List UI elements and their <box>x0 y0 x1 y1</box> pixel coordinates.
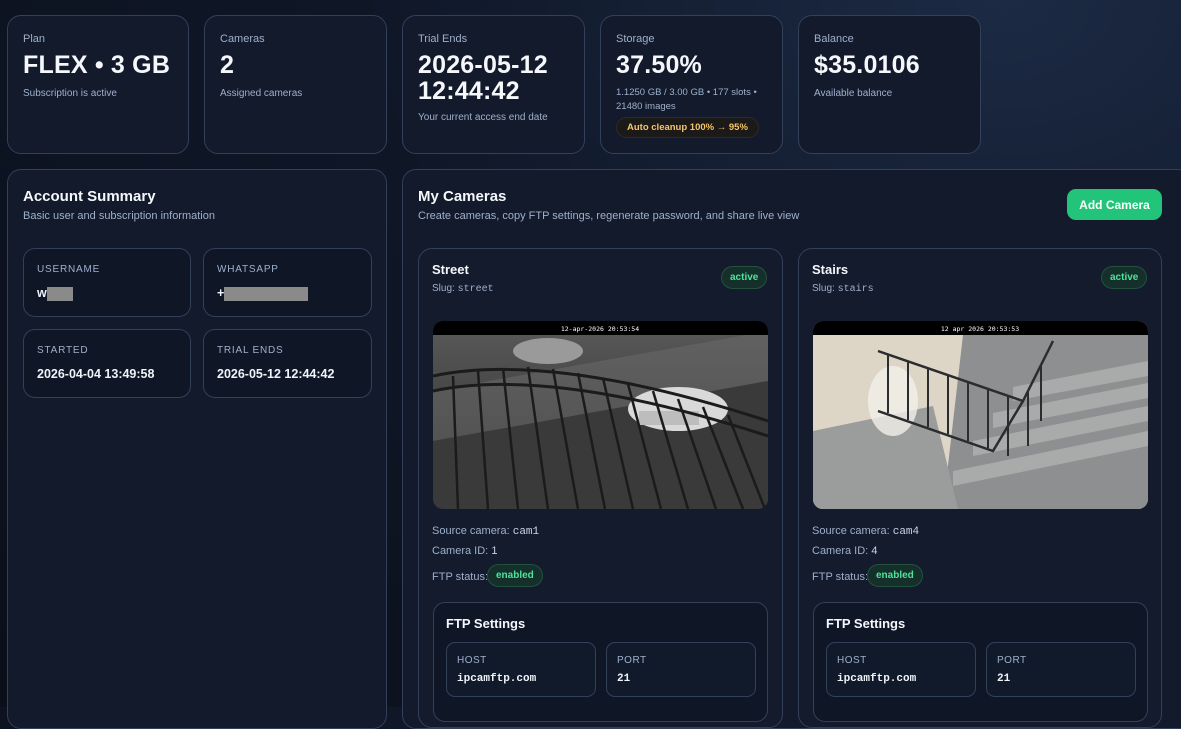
snapshot-timestamp: 12 apr 2026 20:53:53 <box>941 325 1019 333</box>
account-summary-panel: Account Summary Basic user and subscript… <box>7 169 387 729</box>
stat-card-cameras: Cameras 2 Assigned cameras <box>204 15 387 154</box>
whatsapp-box: WHATSAPP + <box>203 248 372 317</box>
stat-value: 2 <box>220 51 235 79</box>
auto-cleanup-badge: Auto cleanup 100% → 95% <box>616 117 759 138</box>
ftp-port-box[interactable]: PORT 21 <box>986 642 1136 697</box>
ftp-host-value: ipcamftp.com <box>837 673 917 685</box>
whatsapp-value: + <box>217 286 309 301</box>
camera-snapshot[interactable]: 12 apr 2026 20:53:53 <box>813 321 1148 509</box>
stat-card-plan: Plan FLEX • 3 GB Subscription is active <box>7 15 189 154</box>
ftp-status-label: FTP status: <box>432 571 489 583</box>
camera-slug: Slug: stairs <box>812 283 874 295</box>
status-badge: active <box>1101 266 1148 289</box>
trial-ends-box: TRIAL ENDS 2026-05-12 12:44:42 <box>203 329 372 398</box>
ftp-host-label: HOST <box>457 655 487 666</box>
ftp-status-badge: enabled <box>867 564 923 587</box>
camera-snapshot[interactable]: 12-apr-2026 20:53:54 <box>433 321 768 509</box>
ftp-settings-panel: FTP Settings HOST ipcamftp.com PORT 21 <box>433 602 768 722</box>
ftp-settings-panel: FTP Settings HOST ipcamftp.com PORT 21 <box>813 602 1148 722</box>
stat-label: Balance <box>814 33 854 45</box>
ftp-status-label: FTP status: <box>812 571 869 583</box>
stat-sub: Your current access end date <box>418 112 548 123</box>
section-title: My Cameras <box>418 188 507 205</box>
camera-id: Camera ID: 4 <box>812 545 878 557</box>
stat-value: 37.50% <box>616 51 702 79</box>
redaction <box>224 286 309 301</box>
stat-label: Storage <box>616 33 655 45</box>
ftp-status-badge: enabled <box>487 564 543 587</box>
ftp-host-box[interactable]: HOST ipcamftp.com <box>826 642 976 697</box>
stat-sub: Subscription is active <box>23 88 117 99</box>
trial-ends-value: 2026-05-12 12:44:42 <box>217 367 335 381</box>
camera-slug: Slug: street <box>432 283 494 295</box>
started-value: 2026-04-04 13:49:58 <box>37 367 155 381</box>
camera-card-stairs[interactable]: Stairs Slug: stairs active 12 apr 2026 2… <box>798 248 1162 728</box>
stairs-scene-image: 12 apr 2026 20:53:53 <box>813 321 1148 509</box>
section-desc: Create cameras, copy FTP settings, regen… <box>418 210 800 222</box>
camera-name: Street <box>432 262 469 277</box>
username-value: w <box>37 286 73 301</box>
stat-sub: Available balance <box>814 88 893 99</box>
source-camera: Source camera: cam4 <box>812 525 920 538</box>
status-badge: active <box>721 266 768 289</box>
stat-card-trial-ends: Trial Ends 2026-05-12 12:44:42 Your curr… <box>402 15 585 154</box>
stat-value-time: 12:44:42 <box>418 77 520 105</box>
ftp-port-label: PORT <box>997 655 1027 666</box>
ftp-settings-title: FTP Settings <box>446 616 526 631</box>
started-box: STARTED 2026-04-04 13:49:58 <box>23 329 191 398</box>
redaction <box>46 286 73 301</box>
camera-id: Camera ID: 1 <box>432 545 498 557</box>
ftp-port-label: PORT <box>617 655 647 666</box>
street-scene-image: 12-apr-2026 20:53:54 <box>433 321 768 509</box>
stat-label: Cameras <box>220 33 265 45</box>
ftp-port-value: 21 <box>617 673 631 685</box>
add-camera-button[interactable]: Add Camera <box>1067 189 1162 220</box>
stat-sub-line2: 21480 images <box>616 101 676 112</box>
started-label: STARTED <box>37 345 89 356</box>
username-box: USERNAME w <box>23 248 191 317</box>
stat-value: FLEX • 3 GB <box>23 51 171 79</box>
ftp-host-value: ipcamftp.com <box>457 673 537 685</box>
stat-label: Trial Ends <box>418 33 468 45</box>
ftp-settings-title: FTP Settings <box>826 616 906 631</box>
stat-sub: Assigned cameras <box>220 88 303 99</box>
stat-sub-line1: 1.1250 GB / 3.00 GB • 177 slots • <box>616 87 757 98</box>
section-title: Account Summary <box>23 188 156 205</box>
stat-card-storage: Storage 37.50% 1.1250 GB / 3.00 GB • 177… <box>600 15 783 154</box>
stat-value-date: 2026-05-12 <box>418 51 548 79</box>
trial-ends-label: TRIAL ENDS <box>217 345 284 356</box>
camera-name: Stairs <box>812 262 849 277</box>
stat-card-balance: Balance $35.0106 Available balance <box>798 15 981 154</box>
username-label: USERNAME <box>37 264 101 275</box>
camera-card-street[interactable]: Street Slug: street active 12-apr-2026 2… <box>418 248 783 728</box>
stat-label: Plan <box>23 33 46 45</box>
ftp-host-box[interactable]: HOST ipcamftp.com <box>446 642 596 697</box>
ftp-host-label: HOST <box>837 655 867 666</box>
ftp-port-value: 21 <box>997 673 1011 685</box>
stat-value: $35.0106 <box>814 51 920 79</box>
snapshot-timestamp: 12-apr-2026 20:53:54 <box>561 325 639 333</box>
section-desc: Basic user and subscription information <box>23 210 215 222</box>
source-camera: Source camera: cam1 <box>432 525 540 538</box>
ftp-port-box[interactable]: PORT 21 <box>606 642 756 697</box>
whatsapp-label: WHATSAPP <box>217 264 279 275</box>
